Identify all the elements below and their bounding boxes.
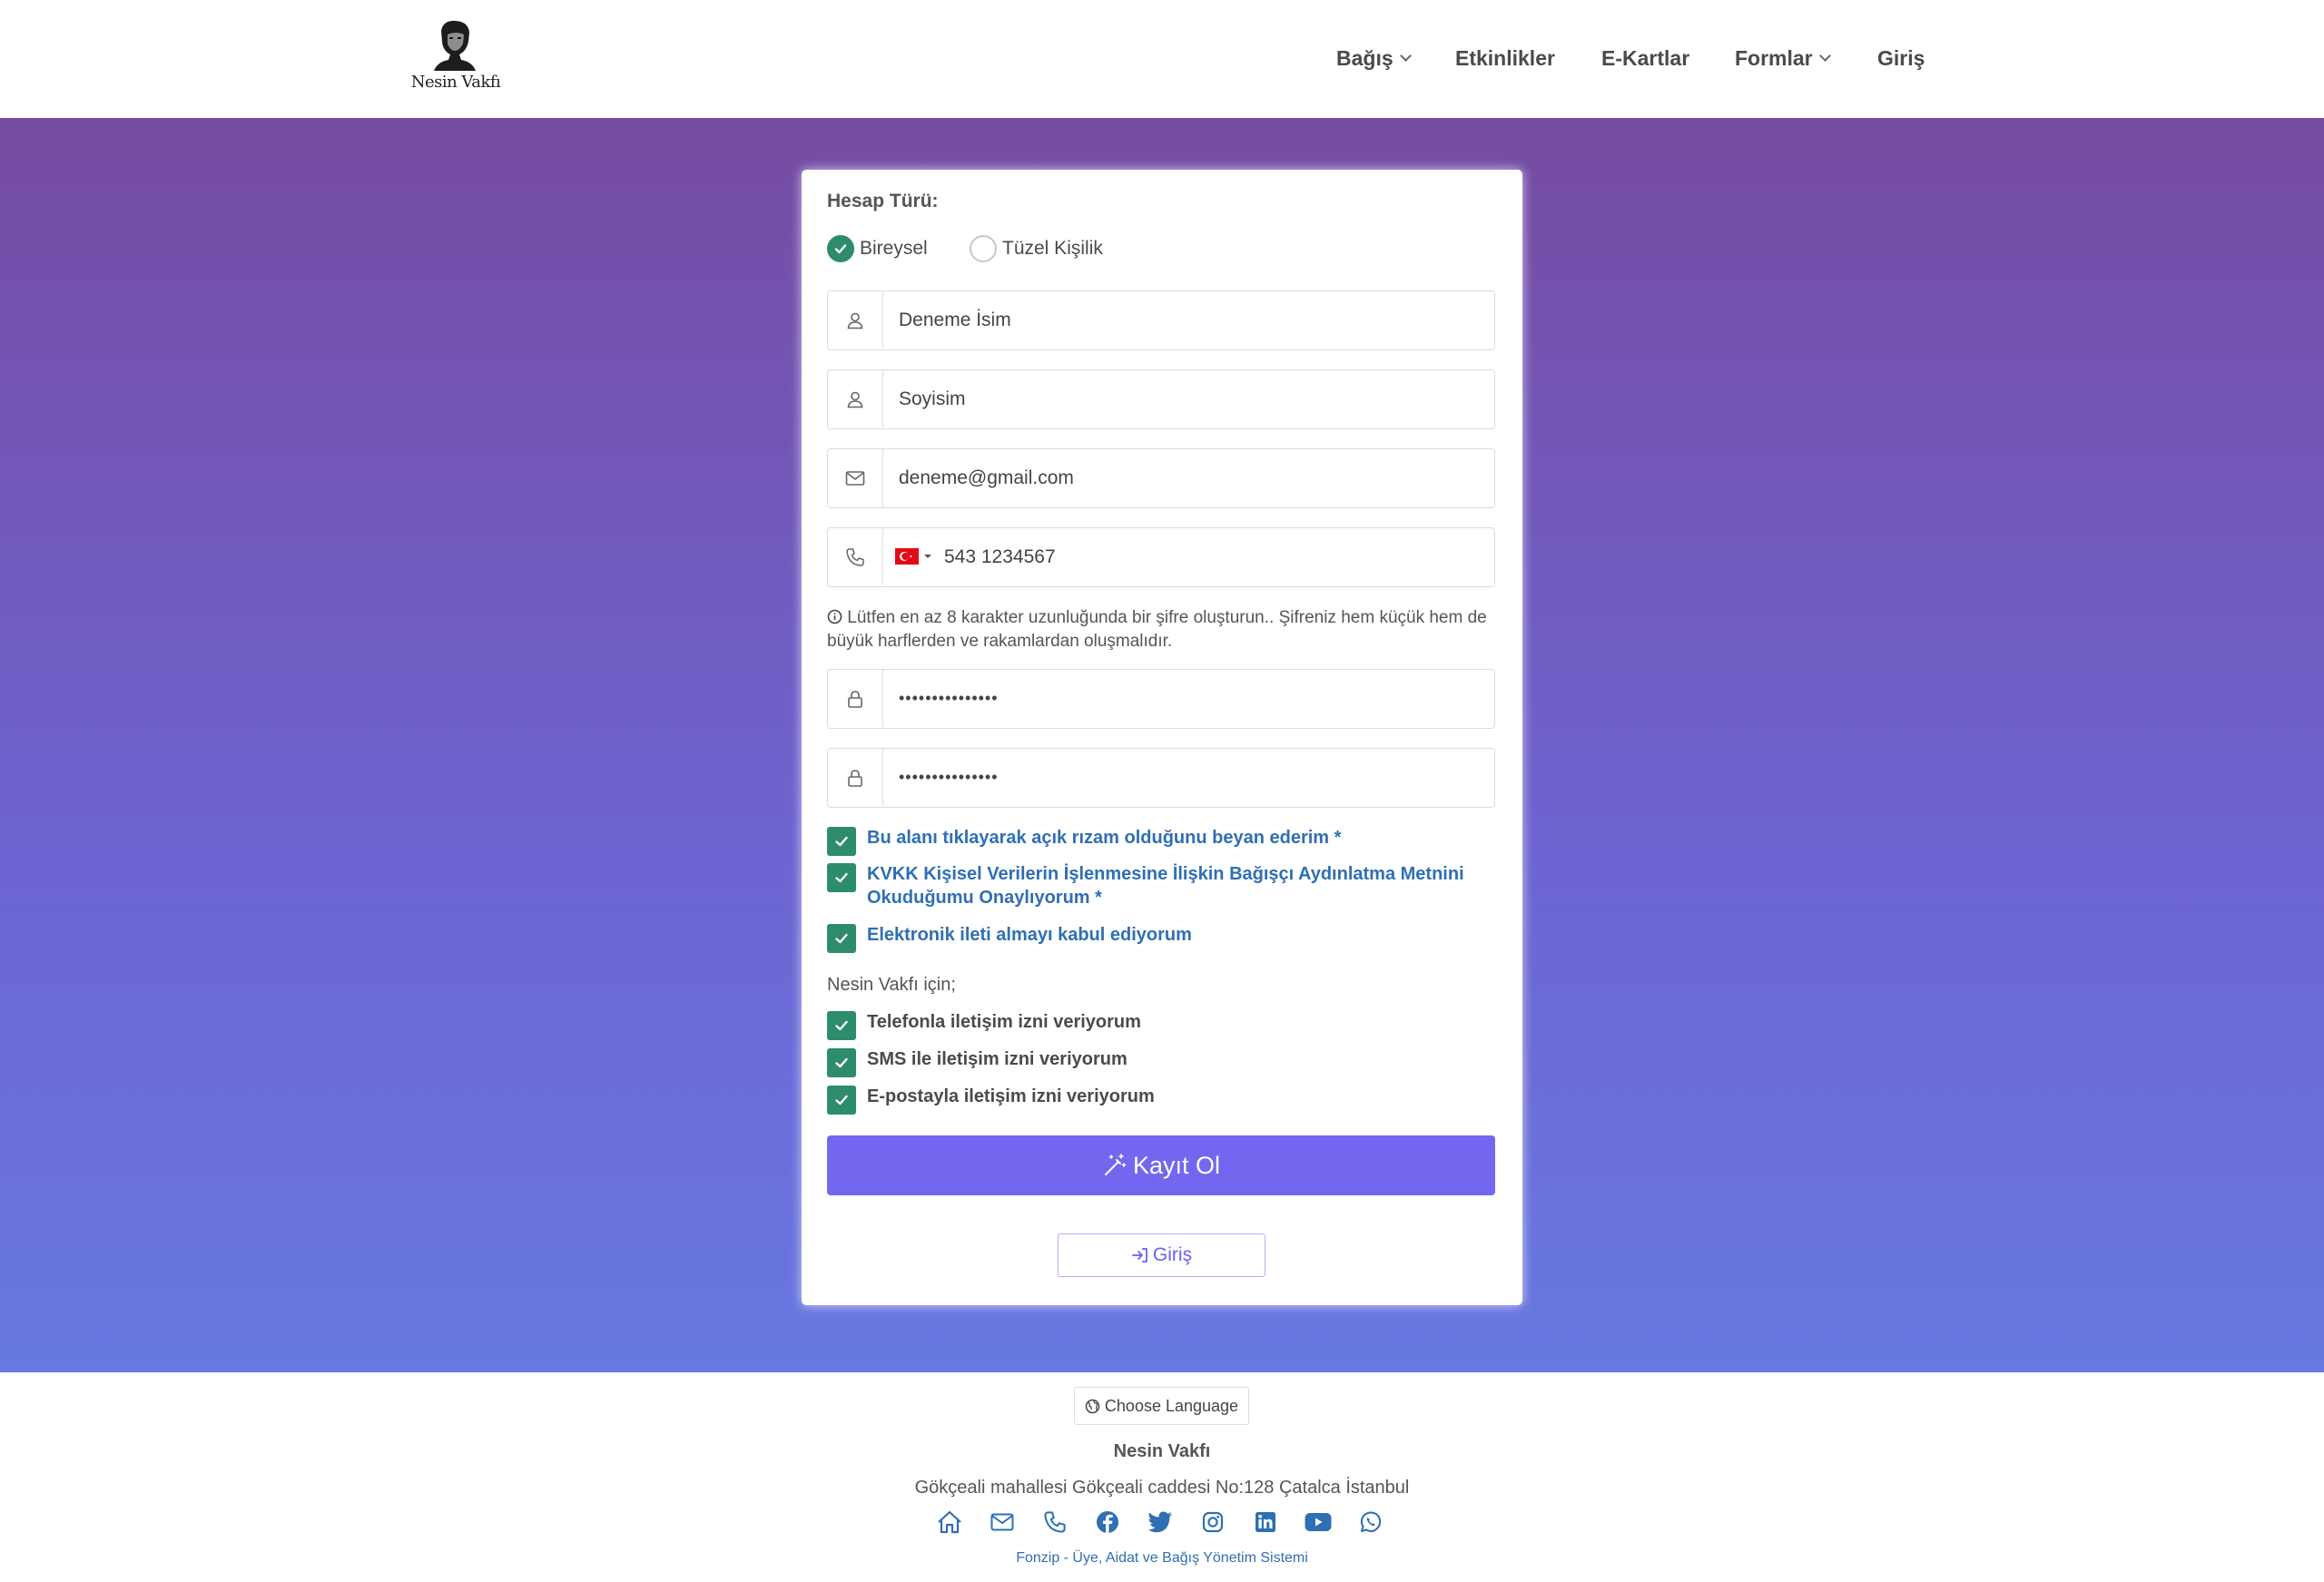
nav-bagis-label: Bağış (1336, 45, 1393, 70)
check-icon (835, 836, 848, 847)
nav-ekartlar-label: E-Kartlar (1601, 45, 1690, 70)
register-card: Hesap Türü: Bireysel Tüzel Kişilik Denem… (802, 170, 1522, 1305)
radio-unchecked-icon (970, 235, 997, 262)
nav-bagis[interactable]: Bağış (1336, 44, 1412, 73)
user-icon (828, 291, 883, 349)
site-logo[interactable]: Nesin Vakfı (410, 16, 501, 98)
consent-label-3[interactable]: Elektronik ileti almayı kabul ediyorum (867, 923, 1484, 947)
radio-tuzel-label: Tüzel Kişilik (1002, 238, 1103, 259)
youtube-icon[interactable] (1305, 1508, 1332, 1536)
choose-language-button[interactable]: Choose Language (1074, 1387, 1249, 1425)
email-field[interactable]: deneme@gmail.com (827, 448, 1495, 508)
contact-sms-checkbox[interactable] (827, 1048, 856, 1077)
contact-sms-label[interactable]: SMS ile iletişim izni veriyorum (867, 1047, 1128, 1071)
check-icon (835, 1057, 848, 1068)
footer-credit-link[interactable]: Fonzip - Üye, Aidat ve Bağış Yönetim Sis… (0, 1550, 2324, 1567)
twitter-icon[interactable] (1147, 1508, 1174, 1536)
nav-giris-label: Giriş (1877, 45, 1925, 70)
site-header: Nesin Vakfı Bağış Etkinlikler E-Kartlar … (0, 0, 2324, 118)
nav-ekartlar[interactable]: E-Kartlar (1601, 44, 1689, 73)
contact-email-checkbox[interactable] (827, 1086, 856, 1115)
last-name-placeholder: Soyisim (899, 388, 966, 409)
password-confirm-field[interactable]: ••••••••••••••• (827, 748, 1495, 808)
radio-bireysel-label: Bireysel (860, 238, 928, 259)
chevron-down-icon (1818, 49, 1831, 62)
register-button-label: Kayıt Ol (1132, 1151, 1221, 1179)
check-icon (835, 1095, 848, 1105)
magic-wand-icon (1104, 1154, 1127, 1175)
lock-icon (828, 749, 883, 806)
register-button[interactable]: Kayıt Ol (827, 1135, 1495, 1195)
login-button[interactable]: Giriş (1058, 1233, 1265, 1277)
first-name-value: Deneme İsim (899, 310, 1011, 330)
contact-phone-checkbox[interactable] (827, 1011, 856, 1040)
info-icon (827, 609, 842, 624)
consent-checkbox-2[interactable] (827, 863, 856, 892)
radio-checked-icon (827, 235, 854, 262)
check-icon (835, 933, 848, 944)
social-links (936, 1508, 1390, 1539)
footer-address: Gökçeali mahallesi Gökçeali caddesi No:1… (914, 1478, 1410, 1498)
home-icon[interactable] (936, 1508, 963, 1536)
consent-label-1[interactable]: Bu alanı tıklayarak açık rızam olduğunu … (867, 826, 1484, 850)
site-footer: Choose Language Nesin Vakfı Gökçeali mah… (0, 1372, 2324, 1582)
mail-icon[interactable] (989, 1508, 1016, 1536)
consent-label-2[interactable]: KVKK Kişisel Verilerin İşlenmesine İlişk… (867, 862, 1484, 909)
logo-text: Nesin Vakfı (410, 73, 501, 92)
password-hint: Lütfen en az 8 karakter uzunluğunda bir … (827, 606, 1499, 653)
contact-section-label: Nesin Vakfı için; (827, 975, 956, 995)
nav-formlar-label: Formlar (1735, 45, 1813, 70)
nav-etkinlikler[interactable]: Etkinlikler (1455, 44, 1555, 73)
phone-icon[interactable] (1041, 1508, 1068, 1536)
email-value: deneme@gmail.com (899, 467, 1074, 488)
nav-formlar[interactable]: Formlar (1735, 44, 1831, 73)
contact-email-label[interactable]: E-postayla iletişim izni veriyorum (867, 1085, 1155, 1108)
account-type-label: Hesap Türü: (827, 191, 939, 211)
turkey-flag-icon (895, 548, 919, 565)
consent-checkbox-3[interactable] (827, 924, 856, 953)
check-icon (835, 1020, 848, 1031)
linkedin-icon[interactable] (1252, 1508, 1279, 1536)
password-hint-text: Lütfen en az 8 karakter uzunluğunda bir … (827, 608, 1487, 651)
whatsapp-icon[interactable] (1357, 1508, 1384, 1536)
password-value: ••••••••••••••• (899, 689, 999, 707)
phone-field[interactable]: 543 1234567 (827, 527, 1495, 587)
mail-icon (828, 449, 883, 506)
footer-org-name: Nesin Vakfı (1113, 1441, 1211, 1461)
password-field[interactable]: ••••••••••••••• (827, 669, 1495, 729)
login-icon (1132, 1248, 1147, 1263)
instagram-icon[interactable] (1199, 1508, 1226, 1536)
choose-language-label: Choose Language (1104, 1396, 1239, 1415)
caret-down-icon (924, 555, 931, 558)
phone-value: 543 1234567 (944, 546, 1056, 567)
phone-icon (828, 528, 883, 585)
lock-icon (828, 670, 883, 727)
contact-phone-label[interactable]: Telefonla iletişim izni veriyorum (867, 1010, 1141, 1034)
nav-etkinlikler-label: Etkinlikler (1455, 45, 1555, 70)
globe-icon (1085, 1399, 1100, 1413)
chevron-down-icon (1399, 49, 1412, 62)
check-icon (835, 872, 848, 883)
user-icon (828, 370, 883, 427)
logo-portrait-icon (432, 18, 478, 71)
login-button-label: Giriş (1152, 1244, 1193, 1265)
facebook-icon[interactable] (1094, 1508, 1121, 1536)
consent-checkbox-1[interactable] (827, 827, 856, 856)
nav-giris[interactable]: Giriş (1877, 44, 1925, 73)
last-name-field[interactable]: Soyisim (827, 369, 1495, 429)
radio-bireysel[interactable]: Bireysel (827, 235, 928, 262)
first-name-field[interactable]: Deneme İsim (827, 290, 1495, 350)
radio-tuzel-kisilik[interactable]: Tüzel Kişilik (970, 235, 1103, 262)
country-selector[interactable] (895, 548, 932, 565)
password-confirm-value: ••••••••••••••• (899, 768, 999, 786)
